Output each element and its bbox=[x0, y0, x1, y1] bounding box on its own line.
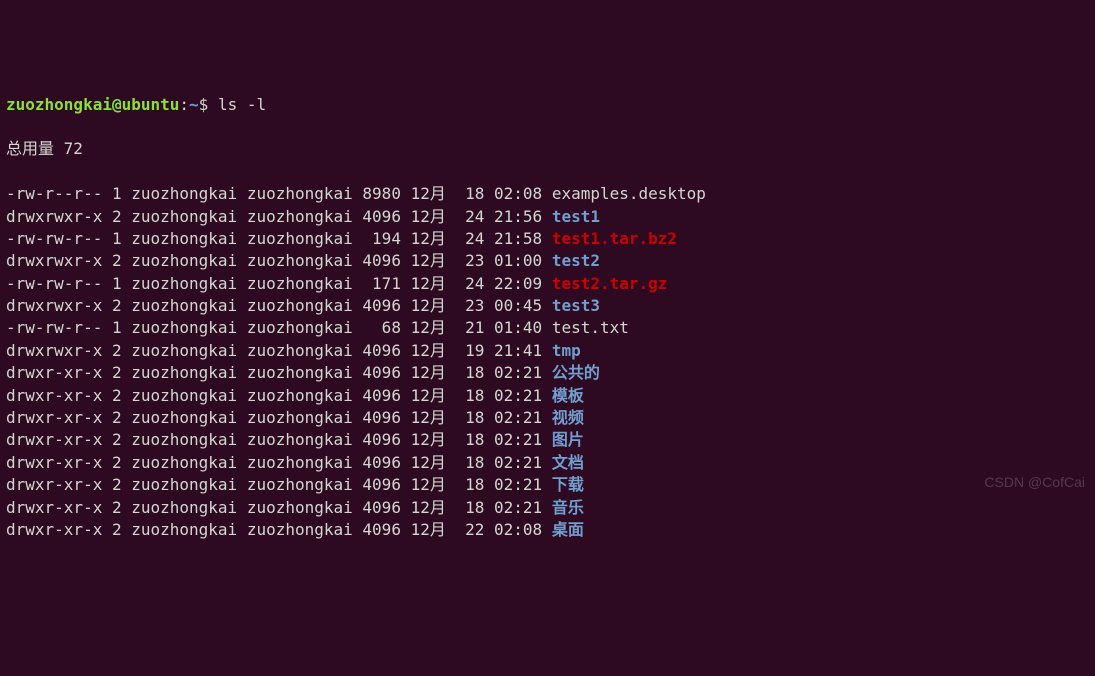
row-metadata: -rw-rw-r-- 1 zuozhongkai zuozhongkai 194… bbox=[6, 229, 552, 248]
prompt-symbol: $ bbox=[199, 95, 209, 114]
listing-row: drwxrwxr-x 2 zuozhongkai zuozhongkai 409… bbox=[6, 340, 1089, 362]
prompt-line[interactable]: zuozhongkai@ubuntu:~$ ls -l bbox=[6, 94, 1089, 116]
listing-row: drwxrwxr-x 2 zuozhongkai zuozhongkai 409… bbox=[6, 250, 1089, 272]
file-name: 视频 bbox=[552, 408, 584, 427]
listing-row: drwxr-xr-x 2 zuozhongkai zuozhongkai 409… bbox=[6, 429, 1089, 451]
file-name: examples.desktop bbox=[552, 184, 706, 203]
file-name: test1.tar.bz2 bbox=[552, 229, 677, 248]
file-name: 公共的 bbox=[552, 363, 600, 382]
listing-row: drwxr-xr-x 2 zuozhongkai zuozhongkai 409… bbox=[6, 474, 1089, 496]
row-metadata: drwxrwxr-x 2 zuozhongkai zuozhongkai 409… bbox=[6, 341, 552, 360]
prompt-path: ~ bbox=[189, 95, 199, 114]
row-metadata: drwxr-xr-x 2 zuozhongkai zuozhongkai 409… bbox=[6, 475, 552, 494]
file-name: 桌面 bbox=[552, 520, 584, 539]
listing-row: -rw-rw-r-- 1 zuozhongkai zuozhongkai 68 … bbox=[6, 317, 1089, 339]
listing-row: -rw-r--r-- 1 zuozhongkai zuozhongkai 898… bbox=[6, 183, 1089, 205]
file-name: 音乐 bbox=[552, 498, 584, 517]
file-name: test2.tar.gz bbox=[552, 274, 668, 293]
row-metadata: -rw-rw-r-- 1 zuozhongkai zuozhongkai 68 … bbox=[6, 318, 552, 337]
file-listing: -rw-r--r-- 1 zuozhongkai zuozhongkai 898… bbox=[6, 183, 1089, 541]
row-metadata: drwxr-xr-x 2 zuozhongkai zuozhongkai 409… bbox=[6, 520, 552, 539]
row-metadata: drwxr-xr-x 2 zuozhongkai zuozhongkai 409… bbox=[6, 386, 552, 405]
prompt-separator: : bbox=[179, 95, 189, 114]
file-name: 下载 bbox=[552, 475, 584, 494]
file-name: 模板 bbox=[552, 386, 584, 405]
listing-row: drwxr-xr-x 2 zuozhongkai zuozhongkai 409… bbox=[6, 385, 1089, 407]
row-metadata: drwxr-xr-x 2 zuozhongkai zuozhongkai 409… bbox=[6, 363, 552, 382]
prompt-userhost: zuozhongkai@ubuntu bbox=[6, 95, 179, 114]
row-metadata: drwxr-xr-x 2 zuozhongkai zuozhongkai 409… bbox=[6, 498, 552, 517]
file-name: 图片 bbox=[552, 430, 584, 449]
row-metadata: drwxr-xr-x 2 zuozhongkai zuozhongkai 409… bbox=[6, 430, 552, 449]
row-metadata: -rw-r--r-- 1 zuozhongkai zuozhongkai 898… bbox=[6, 184, 552, 203]
total-line: 总用量 72 bbox=[6, 138, 1089, 160]
listing-row: drwxr-xr-x 2 zuozhongkai zuozhongkai 409… bbox=[6, 452, 1089, 474]
listing-row: drwxrwxr-x 2 zuozhongkai zuozhongkai 409… bbox=[6, 295, 1089, 317]
row-metadata: drwxr-xr-x 2 zuozhongkai zuozhongkai 409… bbox=[6, 408, 552, 427]
file-name: 文档 bbox=[552, 453, 584, 472]
file-name: test.txt bbox=[552, 318, 629, 337]
watermark-text: CSDN @CofCai bbox=[984, 473, 1085, 493]
listing-row: drwxr-xr-x 2 zuozhongkai zuozhongkai 409… bbox=[6, 362, 1089, 384]
listing-row: -rw-rw-r-- 1 zuozhongkai zuozhongkai 171… bbox=[6, 273, 1089, 295]
listing-row: -rw-rw-r-- 1 zuozhongkai zuozhongkai 194… bbox=[6, 228, 1089, 250]
row-metadata: drwxrwxr-x 2 zuozhongkai zuozhongkai 409… bbox=[6, 207, 552, 226]
row-metadata: drwxr-xr-x 2 zuozhongkai zuozhongkai 409… bbox=[6, 453, 552, 472]
row-metadata: -rw-rw-r-- 1 zuozhongkai zuozhongkai 171… bbox=[6, 274, 552, 293]
listing-row: drwxrwxr-x 2 zuozhongkai zuozhongkai 409… bbox=[6, 206, 1089, 228]
listing-row: drwxr-xr-x 2 zuozhongkai zuozhongkai 409… bbox=[6, 407, 1089, 429]
file-name: tmp bbox=[552, 341, 581, 360]
row-metadata: drwxrwxr-x 2 zuozhongkai zuozhongkai 409… bbox=[6, 251, 552, 270]
file-name: test1 bbox=[552, 207, 600, 226]
file-name: test2 bbox=[552, 251, 600, 270]
file-name: test3 bbox=[552, 296, 600, 315]
command-text: ls -l bbox=[208, 95, 266, 114]
listing-row: drwxr-xr-x 2 zuozhongkai zuozhongkai 409… bbox=[6, 519, 1089, 541]
listing-row: drwxr-xr-x 2 zuozhongkai zuozhongkai 409… bbox=[6, 497, 1089, 519]
row-metadata: drwxrwxr-x 2 zuozhongkai zuozhongkai 409… bbox=[6, 296, 552, 315]
